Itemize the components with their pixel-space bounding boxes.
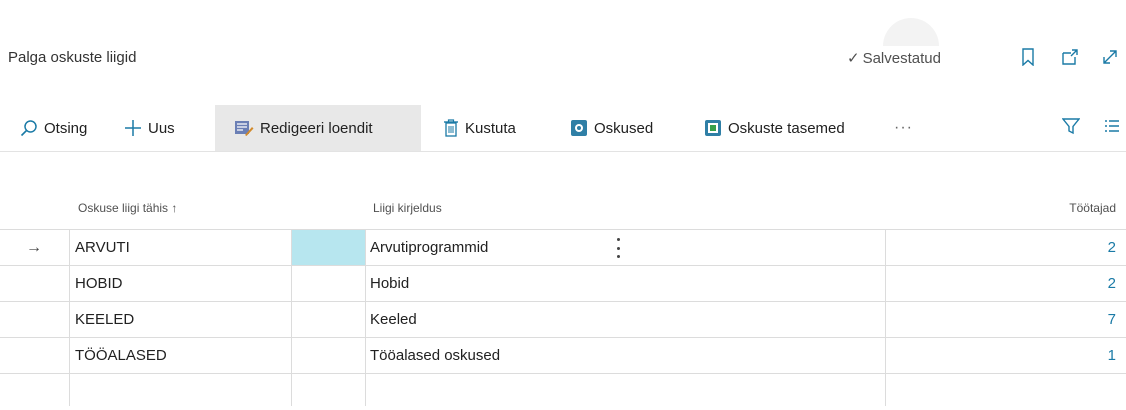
checkmark-icon: ✓ — [847, 50, 860, 67]
list-view-icon — [1104, 119, 1120, 137]
employees-cell[interactable]: 1 — [1108, 338, 1116, 374]
employees-cell[interactable]: 2 — [1108, 230, 1116, 266]
new-row-placeholder[interactable] — [0, 373, 1126, 410]
bookmark-icon[interactable] — [1018, 47, 1038, 67]
decorative-arc — [883, 18, 939, 46]
delete-button[interactable]: Kustuta — [443, 105, 516, 151]
plus-icon — [124, 119, 142, 137]
filter-icon — [1061, 117, 1081, 139]
list-view-button[interactable] — [1104, 105, 1120, 151]
table-row[interactable]: KEELED Keeled 7 — [0, 301, 1126, 338]
filter-button[interactable] — [1061, 105, 1081, 151]
search-label: Otsing — [44, 119, 88, 137]
trash-icon — [443, 119, 459, 137]
employees-cell[interactable]: 7 — [1108, 302, 1116, 338]
column-divider — [69, 229, 70, 406]
skills-icon — [570, 119, 588, 137]
new-label: Uus — [148, 119, 175, 137]
delete-label: Kustuta — [465, 119, 516, 137]
code-cell[interactable]: KEELED — [75, 302, 134, 338]
column-header-employees[interactable]: Töötajad — [1069, 201, 1116, 215]
more-actions-button[interactable]: ··· — [894, 105, 913, 151]
skill-levels-label: Oskuste tasemed — [728, 119, 845, 137]
search-button[interactable]: Otsing — [20, 105, 87, 151]
column-divider — [291, 229, 292, 406]
code-cell[interactable]: ARVUTI — [75, 230, 130, 266]
edit-list-icon — [234, 119, 254, 137]
action-bar: Otsing Uus Redigeeri loendit Kustuta Osk… — [0, 105, 1126, 152]
save-status-label: Salvestatud — [862, 50, 941, 67]
table-row[interactable]: HOBID Hobid 2 — [0, 265, 1126, 302]
code-cell[interactable]: TÖÖALASED — [75, 338, 167, 374]
save-status: ✓ Salvestatud — [847, 49, 941, 67]
employees-cell[interactable]: 2 — [1108, 266, 1116, 302]
code-cell[interactable]: HOBID — [75, 266, 123, 302]
row-menu-cell[interactable] — [291, 230, 620, 266]
description-cell[interactable]: Hobid — [370, 266, 409, 302]
page-title: Palga oskuste liigid — [8, 49, 137, 66]
column-header-description[interactable]: Liigi kirjeldus — [373, 201, 442, 215]
current-row-arrow-icon: → — [26, 239, 42, 256]
edit-list-button[interactable]: Redigeeri loendit — [215, 105, 421, 151]
table-row[interactable]: → ARVUTI Arvutiprogrammid 2 — [0, 229, 1126, 266]
skill-levels-icon — [704, 119, 722, 137]
description-cell[interactable]: Tööalased oskused — [370, 338, 500, 374]
new-button[interactable]: Uus — [124, 105, 175, 151]
table-row[interactable]: TÖÖALASED Tööalased oskused 1 — [0, 337, 1126, 374]
row-actions-icon[interactable] — [617, 238, 621, 258]
open-new-window-icon[interactable] — [1060, 47, 1080, 67]
search-icon — [20, 119, 38, 137]
column-header-code[interactable]: Oskuse liigi tähis ↑ — [78, 201, 177, 215]
description-cell[interactable]: Keeled — [370, 302, 417, 338]
description-cell[interactable]: Arvutiprogrammid — [370, 230, 488, 266]
column-divider — [885, 229, 886, 406]
skills-label: Oskused — [594, 119, 654, 137]
skills-button[interactable]: Oskused — [570, 105, 653, 151]
column-divider — [365, 229, 366, 406]
skill-levels-button[interactable]: Oskuste tasemed — [704, 105, 845, 151]
expand-icon[interactable] — [1100, 47, 1120, 67]
edit-list-label: Redigeeri loendit — [260, 119, 373, 137]
